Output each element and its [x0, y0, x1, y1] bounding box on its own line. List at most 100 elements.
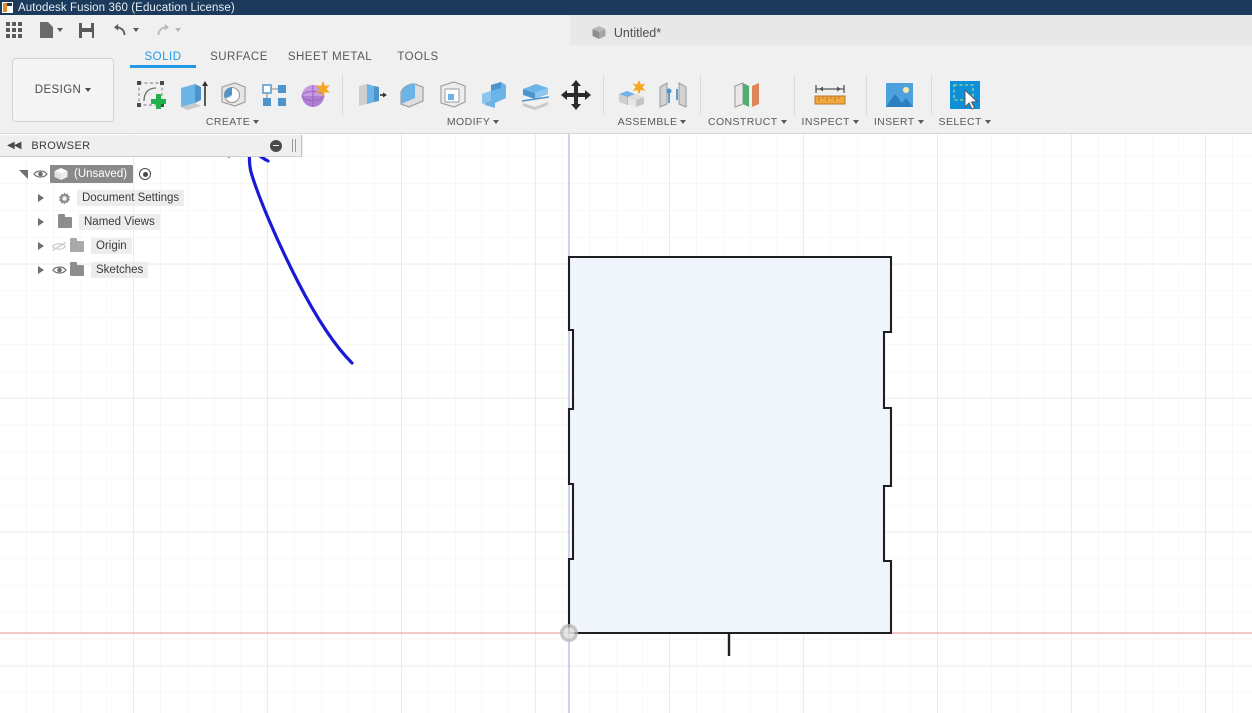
- tab-surface[interactable]: SURFACE: [196, 51, 282, 68]
- drag-handle-icon[interactable]: [292, 139, 296, 152]
- joint-icon: [659, 82, 686, 108]
- revolve-icon: [220, 82, 246, 107]
- tree-row-document-settings[interactable]: Document Settings: [0, 186, 240, 210]
- image-icon: [885, 83, 913, 107]
- browser-panel-header: ◀◀ BROWSER: [0, 135, 302, 157]
- extrude-icon: [180, 81, 208, 110]
- tree-row-unsaved[interactable]: (Unsaved): [0, 162, 240, 186]
- quick-access-toolbar: [0, 15, 1252, 45]
- expand-toggle[interactable]: [34, 242, 48, 250]
- chevron-down-icon[interactable]: [57, 28, 63, 32]
- title-bar: Autodesk Fusion 360 (Education License): [0, 0, 1252, 15]
- combine-icon: [481, 82, 506, 108]
- visibility-toggle[interactable]: [30, 169, 50, 179]
- tab-label: SHEET METAL: [287, 51, 373, 63]
- visibility-toggle[interactable]: [48, 265, 70, 275]
- folder-icon: [70, 262, 84, 276]
- divider: [865, 75, 867, 115]
- new-document-button[interactable]: [34, 15, 69, 45]
- minus-circle-icon[interactable]: [270, 139, 282, 152]
- tree-item-selected[interactable]: (Unsaved): [50, 165, 134, 183]
- shell-tool[interactable]: [432, 75, 473, 115]
- select-cursor-icon: [949, 81, 980, 110]
- rectangular-pattern-tool[interactable]: [253, 75, 294, 115]
- measure-tool[interactable]: [810, 75, 851, 115]
- joint-tool[interactable]: [652, 75, 693, 115]
- triangle-right-icon: [38, 242, 44, 250]
- group-construct: CONSTRUCT: [708, 73, 787, 128]
- eye-icon: [51, 266, 67, 274]
- folder-icon: [70, 238, 84, 252]
- window-title: Autodesk Fusion 360 (Education License): [18, 1, 235, 14]
- divider: [700, 75, 701, 115]
- shell-icon: [439, 81, 466, 108]
- group-label-assemble[interactable]: ASSEMBLE: [618, 116, 687, 128]
- tab-tools[interactable]: TOOLS: [378, 51, 458, 68]
- group-label-inspect[interactable]: INSPECT: [802, 116, 859, 128]
- chevron-down-icon: [852, 120, 859, 124]
- group-modify: MODIFY: [350, 73, 596, 128]
- triangle-right-icon: [38, 218, 44, 226]
- group-label-create[interactable]: CREATE: [206, 116, 260, 128]
- grid-icon: [6, 22, 22, 38]
- undo-button[interactable]: [106, 15, 145, 45]
- expand-toggle[interactable]: [34, 266, 48, 274]
- tab-sheet-metal[interactable]: SHEET METAL: [282, 51, 378, 68]
- select-tool[interactable]: [944, 75, 985, 115]
- offset-plane-tool[interactable]: [727, 75, 768, 115]
- triangle-open-icon: [18, 169, 28, 179]
- group-label-modify[interactable]: MODIFY: [447, 116, 500, 128]
- form-sphere-icon: [301, 81, 330, 107]
- new-component-tool[interactable]: [611, 75, 652, 115]
- tab-solid[interactable]: SOLID: [130, 51, 196, 68]
- tree-row-origin[interactable]: Origin: [0, 234, 240, 258]
- divider: [342, 75, 343, 115]
- group-inspect: INSPECT: [802, 73, 859, 128]
- tab-label: SOLID: [144, 51, 182, 63]
- tree-item-label: Origin: [91, 238, 132, 254]
- document-icon: [40, 22, 53, 38]
- tree-row-sketches[interactable]: Sketches: [0, 258, 240, 282]
- move-copy-tool[interactable]: [555, 75, 596, 115]
- fusion-logo-icon: [2, 2, 13, 13]
- eye-hidden-icon: [51, 241, 67, 251]
- chevron-down-icon: [493, 120, 500, 124]
- create-sketch-tool[interactable]: [130, 75, 171, 115]
- redo-button[interactable]: [148, 15, 187, 45]
- redo-arrow-icon: [157, 23, 169, 35]
- divider: [930, 75, 932, 115]
- chevron-down-icon[interactable]: [133, 28, 139, 32]
- fillet-tool[interactable]: [391, 75, 432, 115]
- save-button[interactable]: [73, 15, 100, 45]
- double-chevron-left-icon[interactable]: ◀◀: [7, 140, 21, 151]
- expand-toggle[interactable]: [16, 169, 30, 179]
- tree-item-label: Sketches: [91, 262, 149, 278]
- offset-face-icon: [521, 84, 549, 110]
- insert-image-tool[interactable]: [878, 75, 919, 115]
- chevron-down-icon: [85, 88, 92, 92]
- app-grid-button[interactable]: [0, 15, 28, 45]
- revolve-tool[interactable]: [212, 75, 253, 115]
- group-create: CREATE: [130, 73, 335, 128]
- activate-component-radio[interactable]: [139, 168, 152, 180]
- group-label-select[interactable]: SELECT: [939, 116, 991, 128]
- extrude-tool[interactable]: [171, 75, 212, 115]
- tree-item-label: Document Settings: [77, 190, 185, 206]
- expand-toggle[interactable]: [34, 194, 48, 202]
- combine-tool[interactable]: [473, 75, 514, 115]
- tree-row-named-views[interactable]: Named Views: [0, 210, 240, 234]
- group-label-construct[interactable]: CONSTRUCT: [708, 116, 787, 128]
- workspace-selector[interactable]: DESIGN: [12, 58, 114, 122]
- pattern-icon: [261, 84, 286, 106]
- sketch-plus-icon: [136, 81, 166, 109]
- press-pull-tool[interactable]: [350, 75, 391, 115]
- browser-title: BROWSER: [31, 139, 91, 152]
- expand-toggle[interactable]: [34, 218, 48, 226]
- group-label-insert[interactable]: INSERT: [874, 116, 924, 128]
- construct-plane-icon: [734, 82, 760, 108]
- visibility-toggle[interactable]: [48, 241, 70, 252]
- offset-face-tool[interactable]: [514, 75, 555, 115]
- tree-item-label: Named Views: [79, 214, 160, 230]
- chevron-down-icon[interactable]: [175, 28, 181, 32]
- create-form-tool[interactable]: [294, 75, 335, 115]
